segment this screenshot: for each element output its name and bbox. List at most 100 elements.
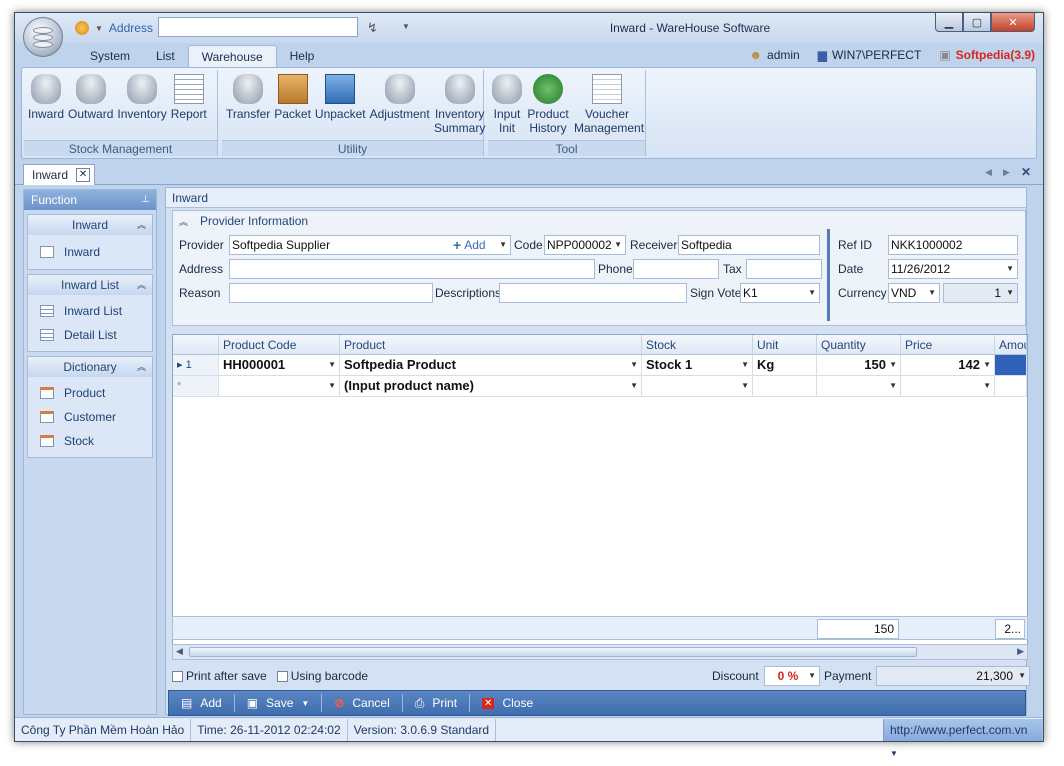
cell-price[interactable]: 142 ▼	[901, 355, 995, 376]
status-url[interactable]: http://www.perfect.com.vn ▼	[883, 718, 1043, 758]
close-button[interactable]: ✕ Close	[470, 690, 545, 716]
phone-input[interactable]	[633, 259, 719, 279]
currency-combo[interactable]: VND ▼	[888, 283, 940, 303]
inward-button[interactable]: Inward	[26, 74, 66, 121]
chevron-down-icon[interactable]: ▼	[1006, 260, 1014, 278]
unpacket-button[interactable]: Unpacket	[313, 74, 368, 135]
chevron-down-icon[interactable]: ▼	[499, 236, 507, 254]
tab-scroll-right-icon[interactable]: ▶	[1003, 167, 1010, 178]
col-stock[interactable]: Stock	[642, 335, 753, 355]
chevron-down-icon[interactable]: ▼	[1006, 284, 1014, 302]
reason-input[interactable]	[229, 283, 433, 303]
section-header[interactable]: Inward ︽	[28, 215, 152, 235]
cell-product[interactable]: Softpedia Product ▼	[340, 355, 642, 376]
cell-unit[interactable]: Kg	[753, 355, 817, 376]
cell-unit[interactable]	[753, 376, 817, 397]
using-barcode-checkbox[interactable]: Using barcode	[276, 669, 368, 683]
address-input[interactable]	[229, 259, 595, 279]
report-button[interactable]: Report	[169, 74, 209, 121]
cell-price[interactable]: ▼	[901, 376, 995, 397]
doc-tab-inward[interactable]: Inward ✕	[23, 164, 96, 185]
section-header[interactable]: ︽ Provider Information	[173, 211, 308, 231]
checkbox-icon[interactable]	[276, 670, 288, 682]
transfer-button[interactable]: Transfer	[224, 74, 272, 135]
cell-amount[interactable]	[995, 376, 1027, 397]
close-window-button[interactable]: ✕	[991, 13, 1035, 32]
section-header[interactable]: Inward List ︽	[28, 275, 152, 295]
sidebar-item-inward-list[interactable]: Inward List	[28, 299, 152, 323]
tab-scroll-left-icon[interactable]: ◀	[985, 167, 992, 178]
collapse-icon[interactable]: ︽	[179, 215, 188, 228]
chevron-down-icon[interactable]: ▼	[808, 667, 816, 685]
row-indicator[interactable]: ▸ 1	[173, 355, 219, 376]
tab-list[interactable]: List	[143, 45, 188, 67]
scroll-left-icon[interactable]: ◀	[176, 646, 183, 657]
cell-product-code[interactable]: HH000001 ▼	[219, 355, 340, 376]
adjustment-button[interactable]: Adjustment	[368, 74, 432, 135]
palette-icon[interactable]	[75, 21, 89, 35]
tab-warehouse[interactable]: Warehouse	[187, 45, 277, 67]
cell-product-code[interactable]: ▼	[219, 376, 340, 397]
input-init-button[interactable]: Input Init	[490, 74, 524, 135]
chevron-down-icon[interactable]: ▼	[741, 376, 749, 396]
close-tab-icon[interactable]: ✕	[76, 168, 91, 182]
chevron-down-icon[interactable]: ▼	[328, 376, 336, 396]
cancel-button[interactable]: ⊘ Cancel	[322, 690, 401, 716]
col-price[interactable]: Price	[901, 335, 995, 355]
date-picker[interactable]: 11/26/2012 ▼	[888, 259, 1018, 279]
sidebar-item-stock[interactable]: Stock	[28, 429, 152, 453]
checkbox-icon[interactable]	[172, 670, 183, 682]
chevron-down-icon[interactable]: ▼	[402, 22, 410, 31]
cell-quantity[interactable]: ▼	[817, 376, 901, 397]
chevron-down-icon[interactable]: ▼	[983, 355, 991, 375]
chevron-down-icon[interactable]: ▼	[808, 284, 816, 302]
receiver-input[interactable]: Softpedia	[678, 235, 820, 255]
print-after-save-checkbox[interactable]: Print after save	[172, 669, 267, 683]
col-amount[interactable]: Amou	[995, 335, 1027, 355]
chevron-down-icon[interactable]: ▼	[889, 355, 897, 375]
col-unit[interactable]: Unit	[753, 335, 817, 355]
inventory-button[interactable]: Inventory	[115, 74, 168, 121]
sidebar-item-inward[interactable]: Inward	[28, 235, 152, 269]
add-provider-button[interactable]: + Add	[453, 237, 486, 253]
product-history-button[interactable]: Product History	[524, 74, 572, 135]
cell-stock[interactable]: ▼	[642, 376, 753, 397]
collapse-icon[interactable]: ︽	[137, 215, 146, 235]
scroll-right-icon[interactable]: ▶	[1017, 646, 1024, 657]
cell-stock[interactable]: Stock 1 ▼	[642, 355, 753, 376]
col-quantity[interactable]: Quantity	[817, 335, 901, 355]
chevron-down-icon[interactable]: ▼	[630, 355, 638, 375]
sidebar-item-product[interactable]: Product	[28, 381, 152, 405]
close-all-tabs-icon[interactable]: ✕	[1021, 165, 1031, 179]
inventory-summary-button[interactable]: Inventory Summary	[432, 74, 488, 135]
col-product-code[interactable]: Product Code	[219, 335, 340, 355]
horizontal-scrollbar[interactable]: ◀ ▶	[172, 644, 1028, 660]
payment-input[interactable]: 21,300 ▼	[876, 666, 1030, 686]
packet-button[interactable]: Packet	[272, 74, 313, 135]
chevron-down-icon[interactable]: ▼	[928, 284, 936, 302]
scroll-thumb[interactable]	[189, 647, 917, 657]
chevron-down-icon[interactable]: ▼	[630, 376, 638, 396]
collapse-icon[interactable]: ︽	[137, 275, 146, 295]
pin-icon[interactable]: ⊥	[141, 190, 150, 210]
exchange-rate-input[interactable]: 1 ▼	[943, 283, 1018, 303]
outward-button[interactable]: Outward	[66, 74, 115, 121]
voucher-management-button[interactable]: Voucher Management	[572, 74, 644, 135]
maximize-button[interactable]: ▢	[963, 13, 991, 32]
chevron-down-icon[interactable]: ▼	[328, 355, 336, 375]
cell-product[interactable]: (Input product name) ▼	[340, 376, 642, 397]
chevron-down-icon[interactable]: ▼	[890, 749, 898, 758]
address-input[interactable]	[158, 17, 358, 37]
code-combo[interactable]: NPP000002 ▼	[544, 235, 626, 255]
collapse-icon[interactable]: ︽	[137, 357, 146, 377]
descriptions-input[interactable]	[499, 283, 687, 303]
chevron-down-icon[interactable]: ▼	[301, 699, 309, 708]
sidebar-item-detail-list[interactable]: Detail List	[28, 323, 152, 347]
discount-input[interactable]: 0 % ▼	[764, 666, 820, 686]
chevron-down-icon[interactable]: ▼	[889, 376, 897, 396]
chevron-down-icon[interactable]: ▼	[983, 376, 991, 396]
chevron-down-icon[interactable]: ▼	[1018, 667, 1026, 685]
chevron-down-icon[interactable]: ▼	[95, 24, 103, 33]
save-button[interactable]: ▣ Save ▼	[235, 690, 322, 716]
go-icon[interactable]: ↯	[367, 20, 378, 36]
